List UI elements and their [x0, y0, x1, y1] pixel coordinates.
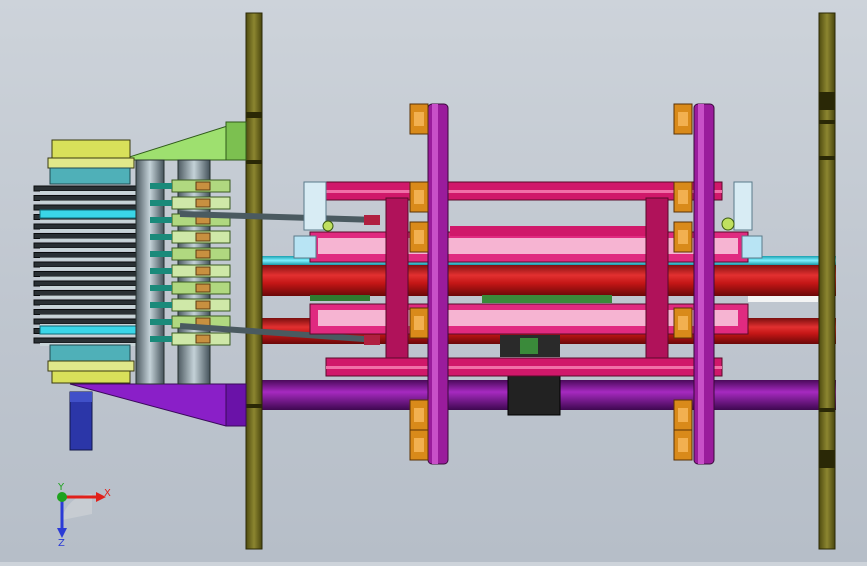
terminal-lead: [150, 319, 172, 325]
terminal-screw: [195, 334, 211, 344]
red-shaft-upper[interactable]: [256, 264, 836, 296]
terminal-lead: [150, 200, 172, 206]
terminal-lead: [150, 183, 172, 189]
y-axis-label: Y: [57, 482, 65, 493]
coil-gap: [40, 295, 140, 299]
clamp-face: [414, 408, 424, 422]
terminal-lead: [150, 285, 172, 291]
clamp-face: [414, 190, 424, 204]
terminal-screw: [195, 181, 211, 191]
lower-crossbar[interactable]: [325, 357, 723, 377]
terminal-screw: [195, 249, 211, 259]
coil-gap: [40, 305, 140, 308]
coil-disc: [33, 252, 147, 258]
coil-disc: [33, 195, 147, 201]
coil-gap: [40, 238, 140, 242]
coil-disc: [33, 185, 147, 192]
coil-disc: [33, 337, 147, 344]
coil-disc: [33, 223, 147, 230]
coil-disc: [33, 271, 147, 277]
coil-gap: [40, 267, 140, 270]
coil-gap: [40, 276, 140, 280]
right-end-plate[interactable]: [818, 12, 836, 550]
terminal-lead: [150, 336, 172, 342]
coil-disc: [33, 233, 147, 239]
clamp-face: [414, 316, 424, 330]
green-bracket[interactable]: [119, 121, 247, 161]
terminal-screw: [195, 232, 211, 242]
blue-post[interactable]: [69, 391, 93, 451]
coil-disc: [33, 280, 147, 287]
terminal-lead: [150, 217, 172, 223]
coil-stack[interactable]: [33, 139, 147, 384]
terminal-lead: [150, 234, 172, 240]
coil-disc: [33, 290, 147, 296]
coil-gap: [40, 191, 140, 194]
coil-gap: [40, 314, 140, 318]
z-arrow-head-icon: [57, 528, 67, 538]
coil-gap: [40, 286, 140, 289]
clamp-face: [678, 316, 688, 330]
z-axis-label: Z: [58, 538, 65, 549]
x-axis-label: X: [104, 488, 111, 499]
clamp-face: [678, 190, 688, 204]
upper-crossbar[interactable]: [325, 181, 723, 201]
coil-disc: [33, 204, 147, 211]
clamp-face: [678, 408, 688, 422]
coil-gap: [40, 219, 140, 223]
terminal-screw: [195, 283, 211, 293]
terminal-lead: [150, 251, 172, 257]
coil-disc: [33, 261, 147, 268]
flange-right[interactable]: [693, 103, 715, 465]
coil-gap: [40, 257, 140, 261]
coil-disc: [33, 318, 147, 325]
terminal-lead: [150, 302, 172, 308]
assembly-drawing[interactable]: X Y Z: [0, 0, 867, 562]
clamp-face: [414, 230, 424, 244]
y-axis-dot-icon: [57, 492, 67, 502]
flange-left[interactable]: [427, 103, 449, 465]
white-spacer: [748, 296, 818, 302]
clamp-face: [678, 438, 688, 452]
coil-disc: [33, 309, 147, 315]
terminal-screw: [195, 198, 211, 208]
left-end-plate[interactable]: [245, 12, 263, 550]
cad-viewport[interactable]: X Y Z: [0, 0, 867, 562]
clamp-face: [678, 230, 688, 244]
coil-disc: [33, 242, 147, 249]
clamp-face: [414, 438, 424, 452]
coil-disc: [33, 299, 147, 306]
purple-bracket[interactable]: [69, 383, 247, 427]
purple-shaft[interactable]: [256, 374, 836, 416]
clamp-face: [414, 112, 424, 126]
coil-gap: [40, 229, 140, 232]
coil-gap: [40, 248, 140, 251]
coil-gap: [40, 200, 140, 204]
terminal-lead: [150, 268, 172, 274]
terminal-screw: [195, 300, 211, 310]
axis-triad[interactable]: X Y Z: [57, 482, 111, 549]
clamp-face: [678, 112, 688, 126]
terminal-screw: [195, 266, 211, 276]
